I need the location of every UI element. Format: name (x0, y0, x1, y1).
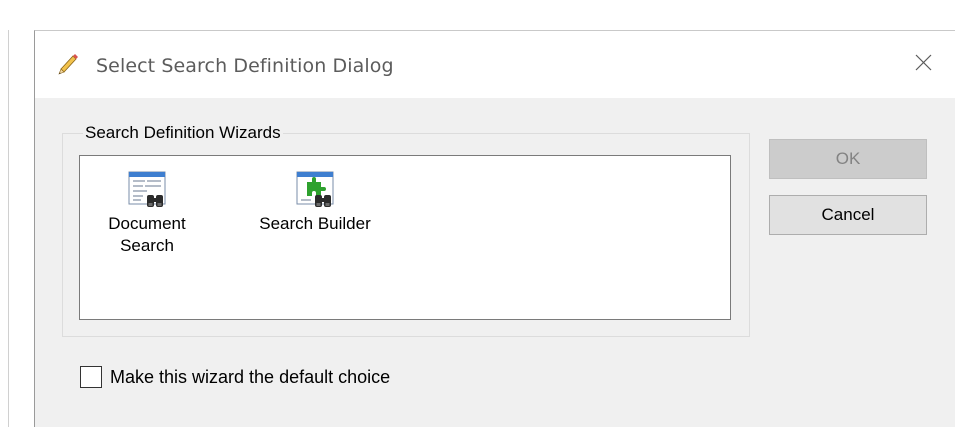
default-choice-label[interactable]: Make this wizard the default choice (110, 367, 390, 388)
wizard-label-line2: Search (120, 236, 174, 255)
search-builder-icon (296, 171, 334, 207)
wizard-item-search-builder[interactable]: Search Builder (235, 169, 395, 235)
dialog-title: Select Search Definition Dialog (96, 55, 394, 77)
wizard-list[interactable]: Document Search Search Builder (79, 155, 731, 320)
select-search-definition-dialog: Select Search Definition Dialog Search D… (34, 30, 955, 427)
wizard-item-document-search[interactable]: Document Search (92, 169, 202, 257)
wizard-label-line1: Document (108, 214, 186, 233)
title-bar: Select Search Definition Dialog (35, 31, 955, 98)
cancel-button[interactable]: Cancel (769, 195, 927, 235)
close-icon (915, 54, 932, 71)
wizards-group-label: Search Definition Wizards (83, 123, 283, 143)
background-window-edge (8, 30, 9, 427)
close-button[interactable] (893, 37, 955, 87)
document-search-icon (128, 171, 166, 207)
pencil-icon (57, 53, 79, 75)
wizard-label-line1: Search Builder (259, 214, 371, 233)
ok-button[interactable]: OK (769, 139, 927, 179)
default-choice-checkbox[interactable] (80, 366, 102, 388)
